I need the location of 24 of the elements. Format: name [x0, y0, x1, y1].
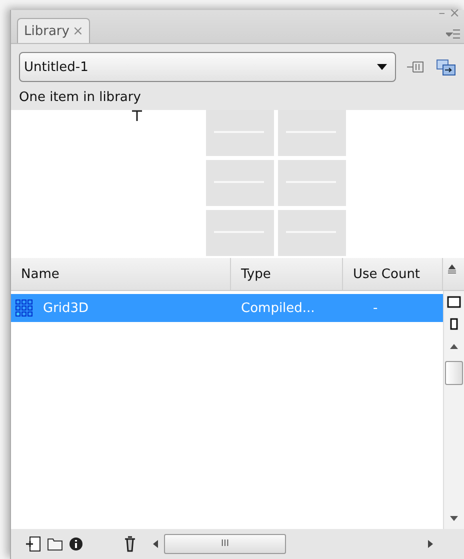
library-tab[interactable]: Library ×	[17, 18, 90, 43]
menu-icon[interactable]	[446, 29, 460, 39]
vertical-scrollbar[interactable]	[443, 291, 464, 529]
scroll-right-icon[interactable]	[428, 540, 433, 548]
item-name: Grid3D	[43, 300, 89, 316]
grid-icon	[15, 299, 33, 317]
trash-icon[interactable]	[123, 536, 137, 552]
horizontal-scrollbar[interactable]: III	[153, 535, 433, 553]
document-select[interactable]: Untitled-1	[19, 52, 396, 82]
info-icon[interactable]	[69, 537, 83, 551]
scroll-thumb[interactable]: III	[164, 534, 286, 554]
column-header[interactable]: Use Count	[343, 258, 443, 290]
folder-icon[interactable]	[47, 537, 63, 551]
cursor-icon	[131, 110, 143, 122]
column-header[interactable]: Type	[231, 258, 343, 290]
new-window-icon[interactable]	[436, 58, 456, 76]
new-symbol-icon[interactable]	[25, 536, 41, 552]
column-header[interactable]: Name	[11, 258, 231, 290]
status-text: One item in library	[18, 89, 142, 107]
scroll-left-icon[interactable]	[153, 540, 158, 548]
item-type: Compiled...	[241, 300, 315, 316]
caret-icon	[377, 64, 387, 70]
item-use-count: -	[373, 300, 378, 316]
scroll-thumb[interactable]	[445, 361, 463, 385]
